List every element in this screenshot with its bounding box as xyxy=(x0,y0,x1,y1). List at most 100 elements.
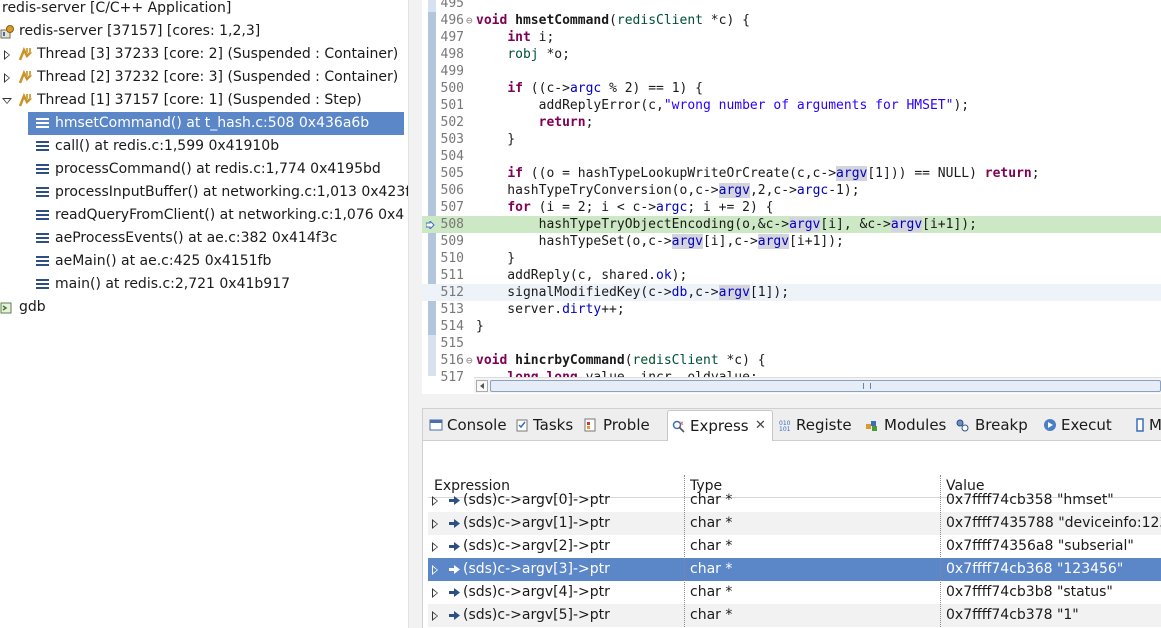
expand-arrow-icon[interactable] xyxy=(4,73,10,83)
code-line[interactable]: 505 if ((o = hashTypeLookupWriteOrCreate… xyxy=(422,165,1161,182)
tab-tasks[interactable]: Tasks xyxy=(515,413,581,437)
fold-toggle-icon[interactable]: ⊖ xyxy=(466,12,473,29)
tab-executables[interactable]: Execut xyxy=(1043,413,1129,437)
stack-frame-item[interactable]: aeProcessEvents() at ae.c:382 0x414f3c xyxy=(28,227,404,250)
code-token: ok xyxy=(656,268,672,283)
stack-frame-item[interactable]: main() at redis.c:2,721 0x41b917 xyxy=(28,273,404,296)
launch-item[interactable]: redis-server [C/C++ Application] xyxy=(0,0,408,20)
expand-arrow-icon[interactable] xyxy=(432,542,438,552)
expression-name: (sds)c->argv[5]->ptr xyxy=(463,607,610,623)
code-token: argv xyxy=(671,234,703,249)
process-item[interactable]: redis-server [37157] [cores: 1,2,3] xyxy=(0,20,408,43)
horizontal-sash[interactable] xyxy=(422,394,1161,408)
code-token: argc xyxy=(796,183,829,198)
tab-breakpoints[interactable]: Breakp xyxy=(955,413,1039,437)
line-number: 504 xyxy=(440,149,464,164)
scroll-thumb[interactable] xyxy=(490,380,1161,392)
line-number: 506 xyxy=(440,183,464,198)
expression-icon xyxy=(449,519,460,528)
expression-row[interactable]: (sds)c->argv[1]->ptr char * 0x7ffff7435788… xyxy=(428,512,1161,535)
code-line[interactable]: 503 } xyxy=(422,131,1161,148)
code-line[interactable]: 512 signalModifiedKey(c->db,c->argv[1]); xyxy=(422,284,1161,301)
stack-frame-icon xyxy=(36,164,49,175)
fold-toggle-icon[interactable]: ⊖ xyxy=(466,352,473,369)
code-line[interactable]: 506 hashTypeTryConversion(o,c->argv,2,c-… xyxy=(422,182,1161,199)
stack-frame-item[interactable]: processCommand() at redis.c:1,774 0x4195… xyxy=(28,158,404,181)
scroll-left-icon[interactable] xyxy=(476,380,488,392)
expression-row[interactable]: (sds)c->argv[0]->ptr char * 0x7ffff74cb358… xyxy=(428,489,1161,512)
stack-frame-item[interactable]: hmsetCommand() at t_hash.c:508 0x436a6b xyxy=(28,112,404,135)
code-line[interactable]: 500 if ((c->argc % 2) == 1) { xyxy=(422,80,1161,97)
code-line[interactable]: 499 xyxy=(422,63,1161,80)
code-token: void xyxy=(476,353,508,368)
code-editor[interactable]: 495 496 ⊖ void hmsetCommand(redisClient *c)… xyxy=(422,0,1161,394)
thread-suspended-icon xyxy=(18,70,32,84)
problems-icon xyxy=(584,418,596,432)
code-line[interactable]: 508 hashTypeTryObjectEncoding(o,&c->argv… xyxy=(422,216,1161,233)
code-token: [i+1]); xyxy=(922,217,977,232)
expand-arrow-icon[interactable] xyxy=(432,611,438,621)
expressions-table[interactable]: Expression Type Value (sds)c->argv[0]->p… xyxy=(428,475,1161,628)
stack-frame-label: call() at redis.c:1,599 0x41910b xyxy=(55,138,280,154)
tab-memory[interactable]: M xyxy=(1133,413,1161,437)
thread-item[interactable]: Thread [2] 37232 [core: 3] (Suspended : … xyxy=(0,66,408,89)
code-line[interactable]: 509 hashTypeSet(o,c->argv[i],c->argv[i+1… xyxy=(422,233,1161,250)
line-number: 501 xyxy=(440,98,464,113)
thread-label: Thread [3] 37233 [core: 2] (Suspended : … xyxy=(37,46,399,62)
code-line[interactable]: 495 xyxy=(422,0,1161,12)
stack-frame-item[interactable]: readQueryFromClient() at networking.c:1,… xyxy=(28,204,404,227)
code-token: db xyxy=(671,285,688,300)
vertical-sash[interactable] xyxy=(408,0,422,628)
thread-label: Thread [2] 37232 [core: 3] (Suspended : … xyxy=(37,69,399,85)
expand-arrow-icon[interactable] xyxy=(4,50,10,60)
code-line[interactable]: 516 ⊖ void hincrbyCommand(redisClient *c) … xyxy=(422,352,1161,369)
code-token: ( xyxy=(624,353,633,368)
code-token: } xyxy=(476,319,484,334)
code-line[interactable]: 513 server.dirty++; xyxy=(422,301,1161,318)
instruction-pointer-icon xyxy=(426,221,435,229)
expand-arrow-icon[interactable] xyxy=(432,496,438,506)
code-line[interactable]: 510 } xyxy=(422,250,1161,267)
expression-row[interactable]: (sds)c->argv[2]->ptr char * 0x7ffff74356a8… xyxy=(428,535,1161,558)
expressions-icon: x xyxy=(672,420,685,433)
column-divider[interactable] xyxy=(684,475,685,628)
code-token: "wrong number of arguments for HMSET" xyxy=(663,98,954,113)
expression-row[interactable]: (sds)c->argv[4]->ptr char * 0x7ffff74cb3b8… xyxy=(428,581,1161,604)
expression-row[interactable]: (sds)c->argv[3]->ptr char * 0x7ffff74cb368… xyxy=(428,558,1161,581)
code-line[interactable]: 497 int i; xyxy=(422,29,1161,46)
code-line[interactable]: 507 for (i = 2; i < c->argc; i += 2) { xyxy=(422,199,1161,216)
column-divider[interactable] xyxy=(940,475,941,628)
gdb-item[interactable]: gdb xyxy=(0,296,408,319)
tab-expressions[interactable]: x Express ✕ xyxy=(667,410,773,441)
collapse-arrow-icon[interactable] xyxy=(2,98,12,104)
tab-console[interactable]: Console xyxy=(427,413,511,437)
tab-modules[interactable]: Modules xyxy=(865,413,951,437)
code-line[interactable]: 501 addReplyError(c,"wrong number of arg… xyxy=(422,97,1161,114)
close-icon[interactable]: ✕ xyxy=(755,411,766,441)
code-line[interactable]: 498 robj *o; xyxy=(422,46,1161,63)
stack-frame-item[interactable]: call() at redis.c:1,599 0x41910b xyxy=(28,135,404,158)
line-number: 516 xyxy=(440,353,464,368)
code-line[interactable]: 502 return; xyxy=(422,114,1161,131)
expand-arrow-icon[interactable] xyxy=(432,565,438,575)
horizontal-scrollbar[interactable] xyxy=(474,377,1161,393)
code-line[interactable]: 504 xyxy=(422,148,1161,165)
thread-item[interactable]: Thread [3] 37233 [core: 2] (Suspended : … xyxy=(0,43,408,66)
code-line[interactable]: 511 addReply(c, shared.ok); xyxy=(422,267,1161,284)
code-line[interactable]: 496 ⊖ void hmsetCommand(redisClient *c) { xyxy=(422,12,1161,29)
expression-name: (sds)c->argv[0]->ptr xyxy=(463,492,610,508)
stack-frame-label: aeMain() at ae.c:425 0x4151fb xyxy=(55,253,272,269)
stack-frame-item[interactable]: processInputBuffer() at networking.c:1,0… xyxy=(28,181,408,204)
code-line[interactable]: 514} xyxy=(422,318,1161,335)
stack-frame-item[interactable]: aeMain() at ae.c:425 0x4151fb xyxy=(28,250,404,273)
expression-row[interactable]: (sds)c->argv[5]->ptr char * 0x7ffff74cb378… xyxy=(428,604,1161,627)
expand-arrow-icon[interactable] xyxy=(432,588,438,598)
code-line[interactable]: 515 xyxy=(422,335,1161,352)
line-number: 509 xyxy=(440,234,464,249)
code-text: } xyxy=(476,131,515,148)
tab-registers[interactable]: 010 101 Registe xyxy=(779,413,865,437)
thread-item[interactable]: Thread [1] 37157 [core: 1] (Suspended : … xyxy=(0,89,408,112)
tab-problems[interactable]: Proble xyxy=(583,413,665,437)
expand-arrow-icon[interactable] xyxy=(432,519,438,529)
